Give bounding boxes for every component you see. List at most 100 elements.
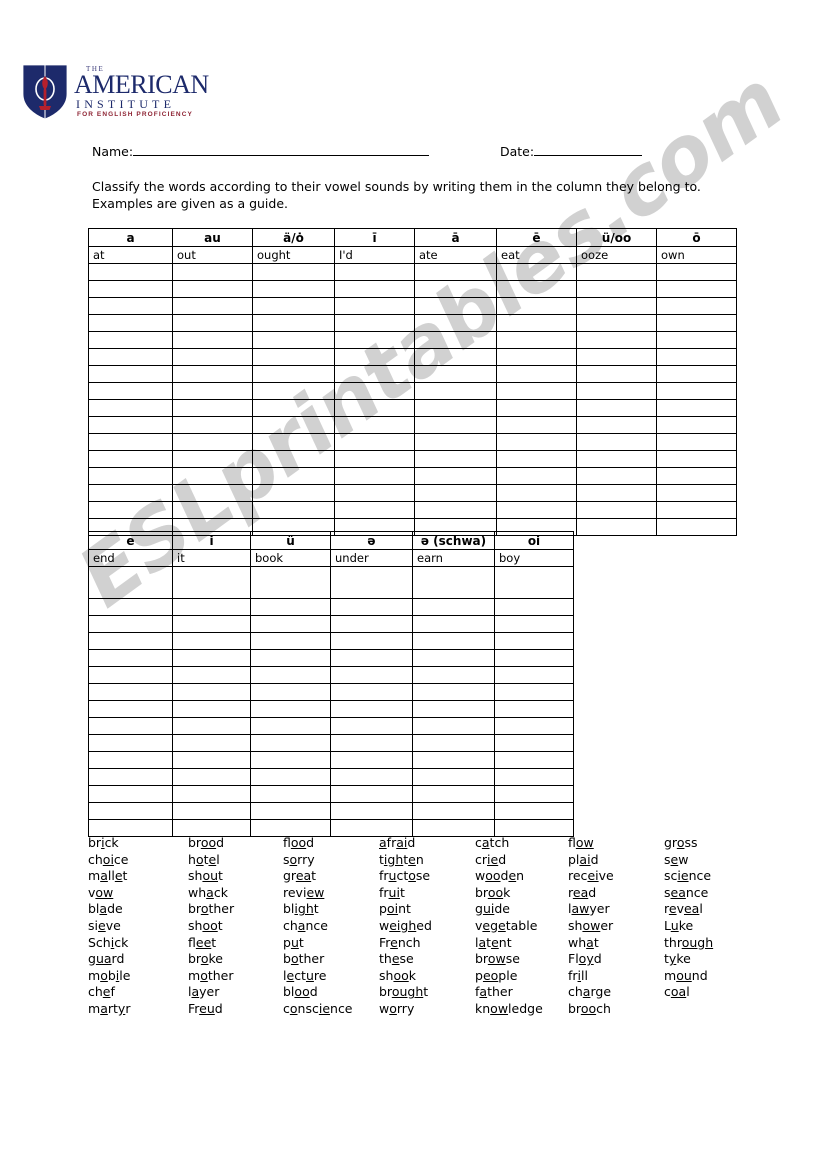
table1-answer-cell[interactable]	[252, 416, 335, 434]
word-bank-word[interactable]: choice	[88, 852, 188, 869]
table1-answer-cell[interactable]	[252, 365, 335, 383]
table2-answer-cell[interactable]	[88, 683, 173, 701]
table2-answer-cell[interactable]	[330, 666, 413, 684]
table2-answer-cell[interactable]	[330, 785, 413, 803]
word-bank-word[interactable]: father	[475, 984, 568, 1001]
table2-answer-cell[interactable]	[250, 768, 331, 786]
table2-answer-cell[interactable]	[88, 802, 173, 820]
table2-answer-cell[interactable]	[250, 700, 331, 718]
table2-answer-cell[interactable]	[172, 802, 251, 820]
table1-answer-cell[interactable]	[576, 484, 657, 502]
table1-answer-cell[interactable]	[252, 297, 335, 315]
word-bank-word[interactable]: frill	[568, 968, 664, 985]
table2-answer-cell[interactable]	[330, 700, 413, 718]
table2-answer-cell[interactable]	[88, 615, 173, 633]
word-bank-word[interactable]: broke	[188, 951, 283, 968]
table2-answer-cell[interactable]	[172, 785, 251, 803]
table1-answer-cell[interactable]	[172, 348, 253, 366]
table2-answer-cell[interactable]	[250, 683, 331, 701]
table2-answer-cell[interactable]	[412, 566, 495, 599]
table1-answer-cell[interactable]	[496, 280, 577, 298]
word-bank-word[interactable]: chef	[88, 984, 188, 1001]
table1-answer-cell[interactable]	[656, 518, 737, 536]
table2-answer-cell[interactable]	[494, 734, 574, 752]
table1-answer-cell[interactable]	[576, 501, 657, 519]
word-bank-word[interactable]: blood	[283, 984, 379, 1001]
table2-answer-cell[interactable]	[412, 700, 495, 718]
table1-answer-cell[interactable]	[172, 365, 253, 383]
table2-answer-cell[interactable]	[88, 700, 173, 718]
table1-answer-cell[interactable]	[656, 399, 737, 417]
table1-answer-cell[interactable]	[414, 314, 497, 332]
table2-answer-cell[interactable]	[412, 768, 495, 786]
table1-answer-cell[interactable]	[172, 263, 253, 281]
word-bank-word[interactable]: flood	[283, 835, 379, 852]
table1-answer-cell[interactable]	[576, 280, 657, 298]
table2-answer-cell[interactable]	[330, 683, 413, 701]
word-bank-word[interactable]: brother	[188, 901, 283, 918]
table1-answer-cell[interactable]	[334, 263, 415, 281]
name-input-rule[interactable]	[133, 144, 430, 156]
table2-answer-cell[interactable]	[250, 598, 331, 616]
table2-answer-cell[interactable]	[412, 632, 495, 650]
table1-answer-cell[interactable]	[88, 263, 173, 281]
table1-answer-cell[interactable]	[576, 297, 657, 315]
table2-answer-cell[interactable]	[330, 751, 413, 769]
table2-answer-cell[interactable]	[494, 649, 574, 667]
table1-answer-cell[interactable]	[656, 416, 737, 434]
table1-answer-cell[interactable]	[496, 399, 577, 417]
table1-answer-cell[interactable]	[656, 501, 737, 519]
table1-answer-cell[interactable]	[414, 280, 497, 298]
table1-answer-cell[interactable]	[172, 331, 253, 349]
table1-answer-cell[interactable]	[334, 280, 415, 298]
word-bank-word[interactable]: great	[283, 868, 379, 885]
table2-answer-cell[interactable]	[250, 819, 331, 837]
table1-answer-cell[interactable]	[414, 382, 497, 400]
word-bank-word[interactable]: afraid	[379, 835, 475, 852]
word-bank-word[interactable]: chance	[283, 918, 379, 935]
table2-answer-cell[interactable]	[172, 700, 251, 718]
table2-answer-cell[interactable]	[330, 632, 413, 650]
table1-answer-cell[interactable]	[656, 263, 737, 281]
table1-answer-cell[interactable]	[414, 467, 497, 485]
word-bank-word[interactable]: blight	[283, 901, 379, 918]
table2-answer-cell[interactable]	[172, 566, 251, 599]
table2-answer-cell[interactable]	[172, 751, 251, 769]
table1-answer-cell[interactable]	[414, 365, 497, 383]
table1-answer-cell[interactable]	[172, 467, 253, 485]
table1-answer-cell[interactable]	[576, 331, 657, 349]
table1-answer-cell[interactable]	[252, 501, 335, 519]
word-bank-word[interactable]: charge	[568, 984, 664, 1001]
table1-answer-cell[interactable]	[334, 365, 415, 383]
table1-answer-cell[interactable]	[414, 501, 497, 519]
table1-answer-cell[interactable]	[172, 501, 253, 519]
table1-answer-cell[interactable]	[576, 399, 657, 417]
table2-answer-cell[interactable]	[494, 700, 574, 718]
table1-answer-cell[interactable]	[172, 399, 253, 417]
table1-answer-cell[interactable]	[172, 484, 253, 502]
word-bank-word[interactable]: what	[568, 935, 664, 952]
table1-answer-cell[interactable]	[252, 467, 335, 485]
table1-answer-cell[interactable]	[334, 484, 415, 502]
word-bank-word[interactable]: latent	[475, 935, 568, 952]
date-input-rule[interactable]	[534, 144, 643, 156]
table1-answer-cell[interactable]	[88, 382, 173, 400]
word-bank-word[interactable]: vow	[88, 885, 188, 902]
table1-answer-cell[interactable]	[172, 433, 253, 451]
table2-answer-cell[interactable]	[88, 819, 173, 837]
table1-answer-cell[interactable]	[656, 365, 737, 383]
table2-answer-cell[interactable]	[172, 615, 251, 633]
table1-answer-cell[interactable]	[252, 450, 335, 468]
table2-answer-cell[interactable]	[412, 785, 495, 803]
table1-answer-cell[interactable]	[576, 416, 657, 434]
word-bank-word[interactable]: browse	[475, 951, 568, 968]
table2-answer-cell[interactable]	[250, 751, 331, 769]
table1-answer-cell[interactable]	[334, 314, 415, 332]
table2-answer-cell[interactable]	[494, 802, 574, 820]
word-bank-word[interactable]: sieve	[88, 918, 188, 935]
table1-answer-cell[interactable]	[334, 297, 415, 315]
table1-answer-cell[interactable]	[88, 348, 173, 366]
table2-answer-cell[interactable]	[172, 632, 251, 650]
table1-answer-cell[interactable]	[88, 314, 173, 332]
word-bank-word[interactable]: brooch	[568, 1001, 664, 1018]
